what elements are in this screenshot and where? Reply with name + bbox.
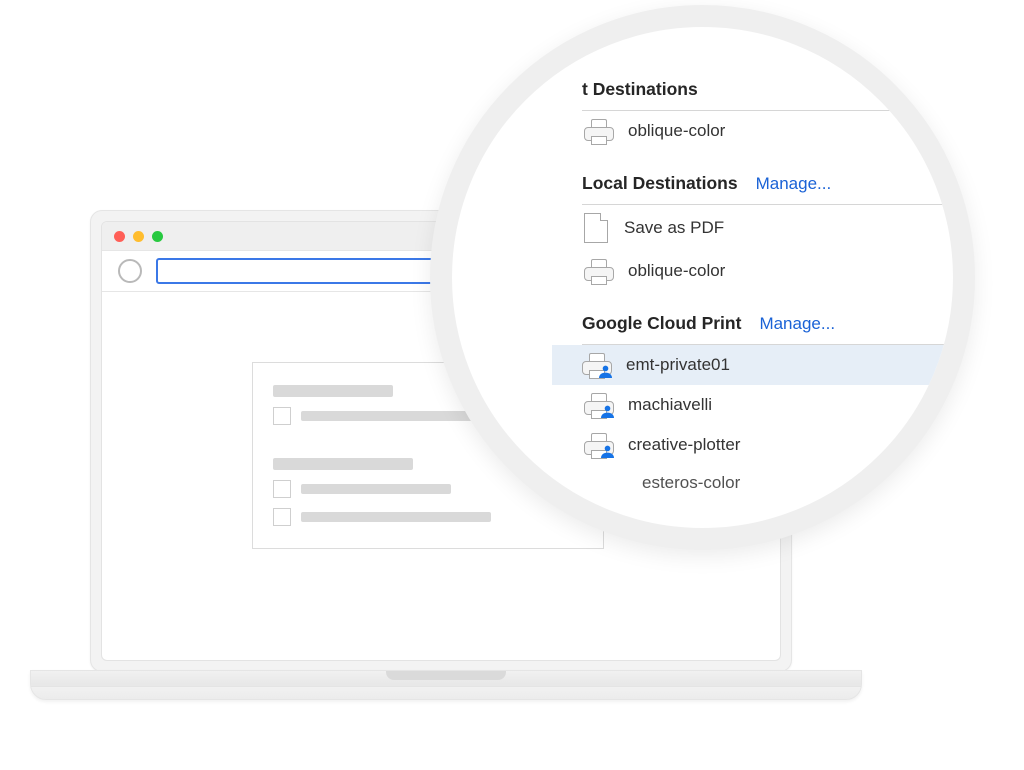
destination-label: creative-plotter bbox=[628, 435, 740, 455]
destination-label: esteros-color bbox=[642, 473, 740, 493]
destination-label: oblique-color bbox=[628, 121, 725, 141]
cloud-destination-item[interactable]: esteros-color bbox=[582, 465, 975, 501]
maximize-icon[interactable] bbox=[152, 231, 163, 242]
checkbox-icon[interactable] bbox=[273, 508, 291, 526]
close-icon[interactable] bbox=[114, 231, 125, 242]
shared-printer-icon bbox=[584, 393, 612, 417]
recent-destinations-heading: t Destinations bbox=[582, 79, 698, 100]
printer-icon bbox=[584, 119, 612, 143]
cloud-destination-item[interactable]: emt-private01 bbox=[552, 345, 975, 385]
printer-icon bbox=[584, 259, 612, 283]
cloud-destinations-heading: Google Cloud Print bbox=[582, 313, 741, 334]
magnifier-lens: t Destinations oblique-color Local Desti… bbox=[430, 5, 975, 550]
destination-label: oblique-color bbox=[628, 261, 725, 281]
document-icon bbox=[584, 213, 608, 243]
destination-label: emt-private01 bbox=[626, 355, 730, 375]
manage-cloud-link[interactable]: Manage... bbox=[759, 314, 835, 334]
laptop-base bbox=[30, 670, 862, 700]
minimize-icon[interactable] bbox=[133, 231, 144, 242]
cloud-destination-item[interactable]: machiavelli bbox=[582, 385, 975, 425]
local-destination-item[interactable]: oblique-color bbox=[582, 251, 975, 291]
shared-printer-icon bbox=[582, 353, 610, 377]
reload-icon[interactable] bbox=[118, 259, 142, 283]
destination-label: Save as PDF bbox=[624, 218, 724, 238]
recent-destination-item[interactable]: oblique-color bbox=[582, 111, 975, 151]
cloud-destination-item[interactable]: creative-plotter bbox=[582, 425, 975, 465]
destination-label: machiavelli bbox=[628, 395, 712, 415]
shared-printer-icon bbox=[584, 433, 612, 457]
local-destination-item[interactable]: Save as PDF bbox=[582, 205, 975, 251]
local-destinations-heading: Local Destinations bbox=[582, 173, 738, 194]
checkbox-icon[interactable] bbox=[273, 480, 291, 498]
checkbox-icon[interactable] bbox=[273, 407, 291, 425]
manage-local-link[interactable]: Manage... bbox=[756, 174, 832, 194]
